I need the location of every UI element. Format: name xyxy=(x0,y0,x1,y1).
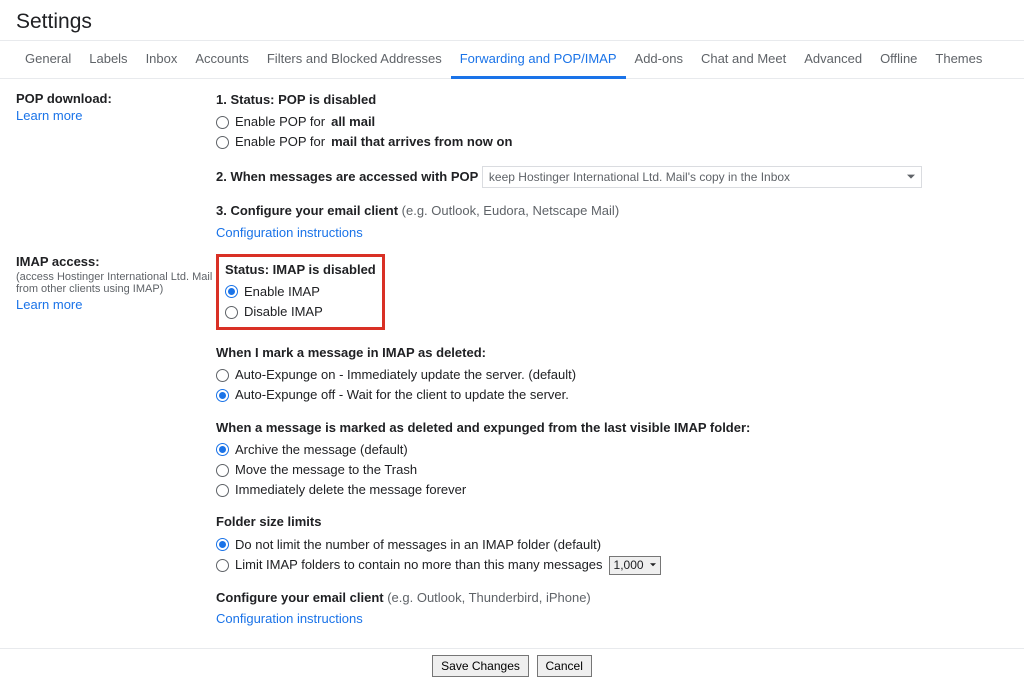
settings-content: POP download: Learn more 1. Status: POP … xyxy=(0,79,1024,648)
pop-enable-all-row[interactable]: Enable POP for all mail xyxy=(216,113,1008,131)
imap-exp-archive-row[interactable]: Archive the message (default) xyxy=(216,441,1008,459)
imap-exp-delete-row[interactable]: Immediately delete the message forever xyxy=(216,481,1008,499)
pop-access-label: 2. When messages are accessed with POP xyxy=(216,168,478,183)
pop-right: 1. Status: POP is disabled Enable POP fo… xyxy=(216,91,1008,240)
pop-access-line: 2. When messages are accessed with POP k… xyxy=(216,166,1008,189)
pop-left: POP download: Learn more xyxy=(16,91,216,123)
imap-learn-more[interactable]: Learn more xyxy=(16,297,216,312)
pop-section: POP download: Learn more 1. Status: POP … xyxy=(16,91,1008,240)
imap-folder-nolimit-label: Do not limit the number of messages in a… xyxy=(235,536,601,554)
tab-labels[interactable]: Labels xyxy=(80,41,136,78)
imap-folder-nolimit-row[interactable]: Do not limit the number of messages in a… xyxy=(216,536,1008,554)
pop-enable-all-bold: all mail xyxy=(331,113,375,131)
imap-enable-label: Enable IMAP xyxy=(244,283,320,301)
tab-addons[interactable]: Add-ons xyxy=(626,41,692,78)
cancel-button[interactable]: Cancel xyxy=(537,655,592,677)
radio-icon xyxy=(216,559,229,572)
imap-status: Status: IMAP is disabled xyxy=(225,261,376,279)
page-title: Settings xyxy=(16,10,1008,34)
imap-auto-off-row[interactable]: Auto-Expunge off - Wait for the client t… xyxy=(216,386,1008,404)
radio-icon xyxy=(225,285,238,298)
pop-status-line: 1. Status: POP is disabled xyxy=(216,91,1008,109)
imap-auto-on-row[interactable]: Auto-Expunge on - Immediately update the… xyxy=(216,366,1008,384)
pop-configure-prefix: 3. Configure your email client xyxy=(216,203,402,218)
pop-configure-hint: (e.g. Outlook, Eudora, Netscape Mail) xyxy=(402,203,620,218)
tab-filters[interactable]: Filters and Blocked Addresses xyxy=(258,41,451,78)
tab-general[interactable]: General xyxy=(16,41,80,78)
imap-exp-delete-label: Immediately delete the message forever xyxy=(235,481,466,499)
save-button[interactable]: Save Changes xyxy=(432,655,529,677)
radio-icon xyxy=(216,538,229,551)
pop-learn-more[interactable]: Learn more xyxy=(16,108,216,123)
imap-left: IMAP access: (access Hostinger Internati… xyxy=(16,254,216,312)
imap-expunge-heading: When a message is marked as deleted and … xyxy=(216,419,1008,437)
pop-enable-all-prefix: Enable POP for xyxy=(235,113,325,131)
tab-advanced[interactable]: Advanced xyxy=(795,41,871,78)
imap-status-highlight: Status: IMAP is disabled Enable IMAP Dis… xyxy=(216,254,385,331)
imap-disable-label: Disable IMAP xyxy=(244,303,323,321)
tab-offline[interactable]: Offline xyxy=(871,41,926,78)
tab-themes[interactable]: Themes xyxy=(926,41,991,78)
pop-access-select[interactable]: keep Hostinger International Ltd. Mail's… xyxy=(482,166,922,189)
page-header: Settings xyxy=(0,0,1024,41)
pop-enable-new-bold: mail that arrives from now on xyxy=(331,133,512,151)
radio-icon xyxy=(216,389,229,402)
radio-icon xyxy=(216,136,229,149)
imap-right: Status: IMAP is disabled Enable IMAP Dis… xyxy=(216,254,1008,626)
pop-status-value: POP is disabled xyxy=(278,92,376,107)
imap-folder-limit-label: Limit IMAP folders to contain no more th… xyxy=(235,556,603,574)
pop-enable-new-row[interactable]: Enable POP for mail that arrives from no… xyxy=(216,133,1008,151)
radio-icon xyxy=(216,369,229,382)
imap-folder-heading: Folder size limits xyxy=(216,513,1008,531)
imap-configure-line: Configure your email client (e.g. Outloo… xyxy=(216,589,1008,607)
imap-subtitle: (access Hostinger International Ltd. Mai… xyxy=(16,271,216,295)
tab-inbox[interactable]: Inbox xyxy=(137,41,187,78)
imap-auto-on-label: Auto-Expunge on - Immediately update the… xyxy=(235,366,576,384)
tab-accounts[interactable]: Accounts xyxy=(186,41,257,78)
imap-section: IMAP access: (access Hostinger Internati… xyxy=(16,254,1008,626)
imap-disable-row[interactable]: Disable IMAP xyxy=(225,303,376,321)
tab-chat-meet[interactable]: Chat and Meet xyxy=(692,41,795,78)
imap-exp-trash-label: Move the message to the Trash xyxy=(235,461,417,479)
tab-forwarding-pop-imap[interactable]: Forwarding and POP/IMAP xyxy=(451,41,626,79)
imap-folder-limit-row[interactable]: Limit IMAP folders to contain no more th… xyxy=(216,556,1008,575)
imap-deleted-heading: When I mark a message in IMAP as deleted… xyxy=(216,344,1008,362)
imap-configure-hint: (e.g. Outlook, Thunderbird, iPhone) xyxy=(387,590,591,605)
imap-auto-off-label: Auto-Expunge off - Wait for the client t… xyxy=(235,386,569,404)
pop-enable-new-prefix: Enable POP for xyxy=(235,133,325,151)
pop-title: POP download: xyxy=(16,91,216,106)
radio-icon xyxy=(216,484,229,497)
imap-config-link[interactable]: Configuration instructions xyxy=(216,611,1008,626)
imap-configure-block: Configure your email client (e.g. Outloo… xyxy=(216,589,1008,626)
settings-tabs: General Labels Inbox Accounts Filters an… xyxy=(0,41,1024,79)
radio-icon xyxy=(216,116,229,129)
radio-icon xyxy=(225,306,238,319)
imap-exp-archive-label: Archive the message (default) xyxy=(235,441,408,459)
imap-enable-row[interactable]: Enable IMAP xyxy=(225,283,376,301)
footer-buttons: Save Changes Cancel xyxy=(0,648,1024,683)
radio-icon xyxy=(216,443,229,456)
imap-configure-prefix: Configure your email client xyxy=(216,590,387,605)
imap-deleted-block: When I mark a message in IMAP as deleted… xyxy=(216,344,1008,405)
imap-expunge-block: When a message is marked as deleted and … xyxy=(216,419,1008,500)
imap-title: IMAP access: xyxy=(16,254,216,269)
pop-status-prefix: 1. Status: xyxy=(216,92,278,107)
pop-config-link[interactable]: Configuration instructions xyxy=(216,225,1008,240)
radio-icon xyxy=(216,464,229,477)
pop-configure-line: 3. Configure your email client (e.g. Out… xyxy=(216,202,1008,220)
imap-exp-trash-row[interactable]: Move the message to the Trash xyxy=(216,461,1008,479)
imap-folder-block: Folder size limits Do not limit the numb… xyxy=(216,513,1008,574)
imap-folder-limit-select[interactable]: 1,000 xyxy=(609,556,661,575)
